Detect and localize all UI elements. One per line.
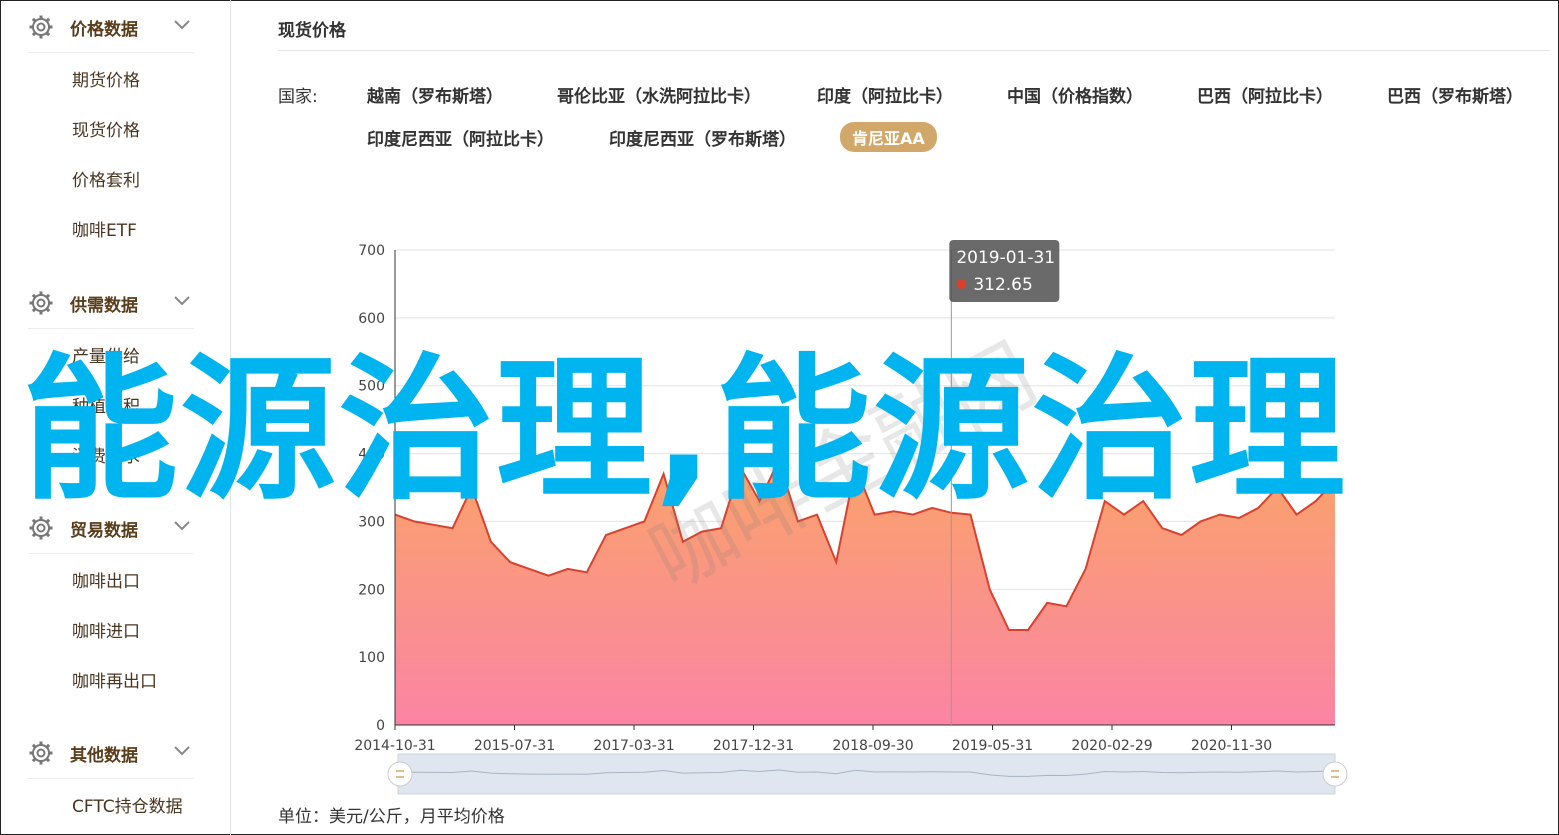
y-tick-label: 600 xyxy=(358,311,385,327)
sidebar-item[interactable]: CFTC持仓数据 xyxy=(72,792,183,817)
y-tick-label: 100 xyxy=(358,650,385,666)
country-chip[interactable]: 印度尼西亚（罗布斯塔） xyxy=(609,125,796,150)
x-tick-label: 2020-11-30 xyxy=(1191,738,1272,754)
x-tick-label: 2015-07-31 xyxy=(474,738,555,754)
sidebar-section-title: 价格数据 xyxy=(70,19,138,40)
unit-note: 单位：美元/公斤，月平均价格 xyxy=(278,807,505,827)
chevron-down-icon[interactable] xyxy=(174,295,190,307)
zoom-handle-right[interactable] xyxy=(1322,761,1348,787)
country-filter-label: 国家: xyxy=(278,87,318,107)
x-tick-label: 2014-10-31 xyxy=(354,738,435,754)
country-chip[interactable]: 巴西（罗布斯塔） xyxy=(1387,82,1523,107)
zoom-handle-left[interactable] xyxy=(387,761,413,787)
sidebar-section-0[interactable]: 价格数据 xyxy=(28,2,194,53)
sidebar-item[interactable]: 期货价格 xyxy=(72,66,140,91)
gear-icon xyxy=(29,291,53,315)
y-tick-label: 700 xyxy=(358,243,385,259)
country-chip[interactable]: 哥伦比亚（水洗阿拉比卡） xyxy=(557,82,761,107)
page-title: 现货价格 xyxy=(278,21,346,41)
sidebar-item[interactable]: 咖啡再出口 xyxy=(72,667,157,692)
x-tick-label: 2019-05-31 xyxy=(952,738,1033,754)
x-tick-label: 2017-12-31 xyxy=(713,738,794,754)
tooltip-date: 2019-01-31 xyxy=(956,248,1055,268)
chevron-down-icon[interactable] xyxy=(174,520,190,532)
overlay-banner-text: 能源治理,能源治理 xyxy=(22,339,1348,521)
tooltip-marker xyxy=(956,279,967,289)
sidebar-item[interactable]: 咖啡ETF xyxy=(72,216,137,241)
sidebar-item[interactable]: 现货价格 xyxy=(72,116,140,141)
country-chip[interactable]: 越南（罗布斯塔） xyxy=(367,82,503,107)
x-tick-label: 2020-02-29 xyxy=(1071,738,1152,754)
sidebar-item[interactable]: 咖啡进口 xyxy=(72,617,140,642)
sidebar-section-title: 供需数据 xyxy=(70,295,138,316)
country-chip[interactable]: 印度（阿拉比卡） xyxy=(817,82,953,107)
sidebar-item[interactable]: 价格套利 xyxy=(72,166,140,191)
country-chip[interactable]: 巴西（阿拉比卡） xyxy=(1197,82,1333,107)
y-tick-label: 0 xyxy=(376,718,385,734)
chevron-down-icon[interactable] xyxy=(174,19,190,31)
x-tick-label: 2018-09-30 xyxy=(832,738,913,754)
sidebar-section-3[interactable]: 其他数据 xyxy=(28,728,194,779)
y-tick-label: 200 xyxy=(358,582,385,598)
gear-icon xyxy=(29,741,53,765)
country-chip[interactable]: 印度尼西亚（阿拉比卡） xyxy=(367,125,554,150)
x-tick-label: 2017-03-31 xyxy=(593,738,674,754)
country-chip[interactable]: 肯尼亚AA xyxy=(840,122,937,152)
title-divider xyxy=(278,50,1550,51)
sidebar-item[interactable]: 咖啡出口 xyxy=(72,567,140,592)
sidebar-section-1[interactable]: 供需数据 xyxy=(28,278,194,329)
tooltip-value: 312.65 xyxy=(973,275,1032,295)
chevron-down-icon[interactable] xyxy=(174,745,190,757)
gear-icon xyxy=(29,15,53,39)
country-chip[interactable]: 中国（价格指数） xyxy=(1007,82,1143,107)
sidebar-section-title: 其他数据 xyxy=(70,745,138,766)
